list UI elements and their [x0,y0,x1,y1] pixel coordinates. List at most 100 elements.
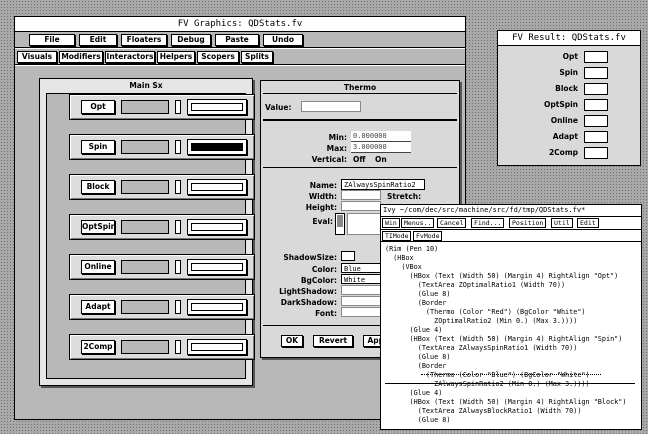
value-field[interactable] [301,101,361,112]
menu-edit[interactable]: Edit [79,34,117,46]
result-row: Block [504,83,632,96]
row-glue[interactable] [175,220,181,234]
tab-interactors[interactable]: Interactors [105,51,155,63]
eval-scrollbar[interactable] [335,213,345,235]
design-row[interactable]: 2Comp [69,334,255,360]
design-row[interactable]: Online [69,254,255,280]
result-row: Online [504,115,632,128]
code-line: (HBox [385,254,414,262]
light-shadow-field[interactable] [341,285,381,295]
light-shadow-label: LightShadow: [279,287,337,296]
util-button[interactable]: Util [551,218,573,228]
row-label[interactable]: OptSpin [81,220,116,234]
cancel-button[interactable]: Cancel [437,218,467,228]
edit-button[interactable]: Edit [577,218,599,228]
design-row[interactable]: OptSpin [69,214,255,240]
revert-button[interactable]: Revert [313,335,353,347]
result-value-box[interactable] [584,115,608,127]
row-text-area[interactable] [121,180,169,194]
menu-debug[interactable]: Debug [171,34,211,46]
row-text-area[interactable] [121,140,169,154]
row-glue[interactable] [175,260,181,274]
tab-scopers[interactable]: Scopers [197,51,239,63]
row-label[interactable]: Opt [81,100,115,114]
thermometer-track [191,263,243,271]
row-text-area[interactable] [121,260,169,274]
row-thermometer[interactable] [187,299,247,315]
tab-helpers[interactable]: Helpers [157,51,195,63]
row-text-area[interactable] [121,340,169,354]
design-row[interactable]: Block [69,174,255,200]
row-thermometer[interactable] [187,139,247,155]
row-label[interactable]: Adapt [81,300,115,314]
row-thermometer[interactable] [187,219,247,235]
row-glue[interactable] [175,180,181,194]
min-label: Min: [328,133,347,142]
code-line: ZAlwaysSpinRatio2 (Min 0.) (Max 3.)))) [385,380,590,388]
result-value-box[interactable] [584,147,608,159]
row-glue[interactable] [175,140,181,154]
code-line: (Glue 4) [385,326,443,334]
row-glue[interactable] [175,300,181,314]
dark-shadow-field[interactable] [341,296,381,306]
bgcolor-label: BgColor: [300,276,337,285]
menu-paste[interactable]: Paste [215,34,259,46]
design-row[interactable]: Spin [69,134,255,160]
color-field[interactable]: Blue [341,263,381,273]
row-label[interactable]: Spin [81,140,115,154]
row-text-area[interactable] [121,100,169,114]
menu-file[interactable]: File [29,34,75,46]
font-field[interactable] [341,307,381,317]
row-thermometer[interactable] [187,259,247,275]
row-label[interactable]: Block [81,180,115,194]
min-field[interactable]: 0.000000 [351,131,411,142]
design-row[interactable]: Adapt [69,294,255,320]
vertical-on-option[interactable]: On [375,155,387,164]
code-toolbar-1: Win Menus.. Cancel Find... Position Util… [381,217,641,230]
result-value-box[interactable] [584,99,608,111]
result-value-box[interactable] [584,51,608,63]
row-label[interactable]: 2Comp [81,340,115,354]
font-label: Font: [315,309,337,318]
find-button[interactable]: Find... [471,218,505,228]
menu-undo[interactable]: Undo [263,34,303,46]
row-text-area[interactable] [121,300,169,314]
name-field[interactable]: ZAlwaysSpinRatio2 [341,179,425,190]
ok-button[interactable]: OK [281,335,303,347]
result-value-box[interactable] [584,83,608,95]
code-line: (Glue 8) [385,353,451,361]
result-value-box[interactable] [584,131,608,143]
result-value-box[interactable] [584,67,608,79]
result-row: Opt [504,51,632,64]
result-window: FV Result: QDStats.fv Opt Spin Block OptSpi… [497,30,641,166]
tab-visuals[interactable]: Visuals [17,51,57,63]
timode-button[interactable]: TIMode [382,231,412,241]
eval-scroll-thumb[interactable] [337,215,343,227]
vertical-off-option[interactable]: Off [353,155,365,164]
row-thermometer[interactable] [187,339,247,355]
menus-button[interactable]: Menus.. [401,218,435,228]
result-label: Block [555,84,578,93]
tab-modifiers[interactable]: Modifiers [59,51,103,63]
bgcolor-field[interactable]: White [341,274,381,284]
row-text-area[interactable] [121,220,169,234]
tab-splits[interactable]: Splits [241,51,273,63]
shadow-size-field[interactable] [341,251,355,261]
menu-floaters[interactable]: Floaters [121,34,167,46]
row-thermometer[interactable] [187,179,247,195]
win-button[interactable]: Win [382,218,400,228]
selection-underline-2 [385,383,635,384]
max-field[interactable]: 3.000000 [351,142,411,153]
code-line: (VBox [385,263,422,271]
row-label[interactable]: Online [81,260,115,274]
width-field[interactable] [341,190,381,200]
row-glue[interactable] [175,100,181,114]
result-label: OptSpin [543,100,578,109]
height-field[interactable] [341,201,381,211]
position-button[interactable]: Position [509,218,547,228]
row-glue[interactable] [175,340,181,354]
design-row[interactable]: Opt [69,94,255,120]
code-editor[interactable]: (Rim (Pen 10) (HBox (VBox (HBox (Text (W… [381,243,641,429]
row-thermometer[interactable] [187,99,247,115]
fvmode-button[interactable]: FvMode [413,231,443,241]
